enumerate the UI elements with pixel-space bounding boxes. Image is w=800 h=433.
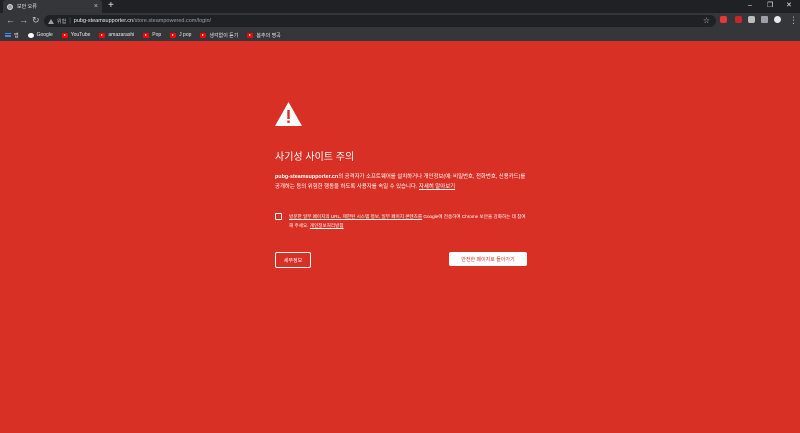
restore-button[interactable]: ❐	[767, 1, 773, 11]
address-bar[interactable]: 위험 | pubg-steamsupporter.cn /store.steam…	[44, 15, 716, 27]
extensions-puzzle-icon[interactable]	[761, 16, 768, 23]
bookmark-listen[interactable]: 생각없이 듣기	[200, 32, 238, 39]
security-label[interactable]: 위험	[57, 18, 66, 25]
youtube-icon	[99, 32, 106, 38]
tab-strip: 보안 오류 × + – ❐ ✕	[0, 0, 800, 13]
optin-checkbox[interactable]	[275, 213, 282, 220]
extension-shield-icon[interactable]	[735, 16, 742, 23]
bookmark-label: amazarashi	[108, 32, 135, 38]
minimize-button[interactable]: –	[748, 1, 752, 11]
back-to-safety-button[interactable]: 안전한 페이지로 돌아가기	[449, 252, 527, 266]
optin-label: 방문한 일부 페이지의 URL, 제한된 시스템 정보, 일부 페이지 콘텐츠를…	[289, 212, 527, 230]
bookmark-label: J pop	[179, 32, 192, 38]
bookmark-google[interactable]: Google	[27, 32, 53, 38]
extension-red-icon[interactable]	[720, 16, 727, 23]
warning-description: pubg-steamsupporter.cn의 공격자가 소프트웨어를 설치하거…	[275, 173, 527, 192]
youtube-icon	[247, 32, 254, 38]
active-tab[interactable]: 보안 오류 ×	[3, 0, 102, 13]
youtube-icon	[61, 32, 68, 38]
menu-icon[interactable]: ⋮	[789, 15, 798, 26]
youtube-icon	[200, 32, 207, 38]
bookmarks-bar: 앱 Google YouTube amazarashi Pop J pop 생각…	[0, 29, 800, 41]
youtube-icon	[143, 32, 150, 38]
page-title: 사기성 사이트 주의	[275, 152, 355, 163]
new-tab-button[interactable]: +	[108, 1, 114, 11]
close-window-button[interactable]: ✕	[786, 1, 792, 11]
bookmark-youtube[interactable]: YouTube	[61, 32, 91, 38]
bookmark-star-icon[interactable]: ☆	[703, 16, 710, 26]
details-button[interactable]: 세부정보	[275, 252, 311, 268]
bookmark-jpop[interactable]: J pop	[170, 32, 191, 38]
bookmark-classics[interactable]: 봄추의 명곡	[247, 32, 281, 39]
tab-close-icon[interactable]: ×	[94, 3, 98, 10]
bookmark-amazarashi[interactable]: amazarashi	[99, 32, 134, 38]
optin-link[interactable]: 방문한 일부 페이지의 URL, 제한된 시스템 정보, 일부 페이지 콘텐츠를	[289, 214, 422, 219]
profile-avatar-icon[interactable]	[774, 16, 781, 23]
reload-button[interactable]: ↻	[32, 15, 40, 26]
toolbar: ← → ↻ 위험 | pubg-steamsupporter.cn /store…	[0, 13, 800, 29]
site-name: pubg-steamsupporter.cn	[275, 174, 339, 180]
youtube-icon	[170, 32, 177, 38]
bookmark-label: Google	[36, 32, 53, 38]
bookmark-label: 생각없이 듣기	[209, 32, 239, 39]
bookmark-pop[interactable]: Pop	[143, 32, 161, 38]
back-button[interactable]: ←	[6, 15, 15, 26]
privacy-policy-link[interactable]: 개인정보처리방침	[310, 223, 344, 228]
url-path: /store.steampowered.com/login/	[133, 18, 212, 24]
optin-row: 방문한 일부 페이지의 URL, 제한된 시스템 정보, 일부 페이지 콘텐츠를…	[275, 212, 527, 230]
tab-title: 보안 오류	[17, 4, 37, 10]
bookmark-label: 봄추의 명곡	[256, 32, 281, 39]
tab-favicon-icon	[7, 3, 13, 10]
google-icon	[27, 32, 34, 38]
warning-triangle-icon	[275, 102, 302, 126]
warning-icon[interactable]	[48, 18, 54, 24]
interstitial-content: 사기성 사이트 주의 pubg-steamsupporter.cn의 공격자가 …	[275, 102, 527, 268]
bookmark-label: 앱	[14, 32, 19, 39]
apps-icon	[5, 32, 11, 38]
forward-button[interactable]: →	[19, 15, 28, 26]
bookmark-label: YouTube	[70, 32, 91, 38]
bookmark-label: Pop	[152, 32, 162, 38]
separator: |	[69, 18, 71, 24]
extension-doc-icon[interactable]	[748, 16, 755, 23]
url-host: pubg-steamsupporter.cn	[73, 18, 134, 24]
bookmark-apps[interactable]: 앱	[5, 32, 19, 39]
learn-more-link[interactable]: 자세히 알아보기	[419, 184, 455, 190]
button-row: 세부정보 안전한 페이지로 돌아가기	[275, 252, 527, 268]
